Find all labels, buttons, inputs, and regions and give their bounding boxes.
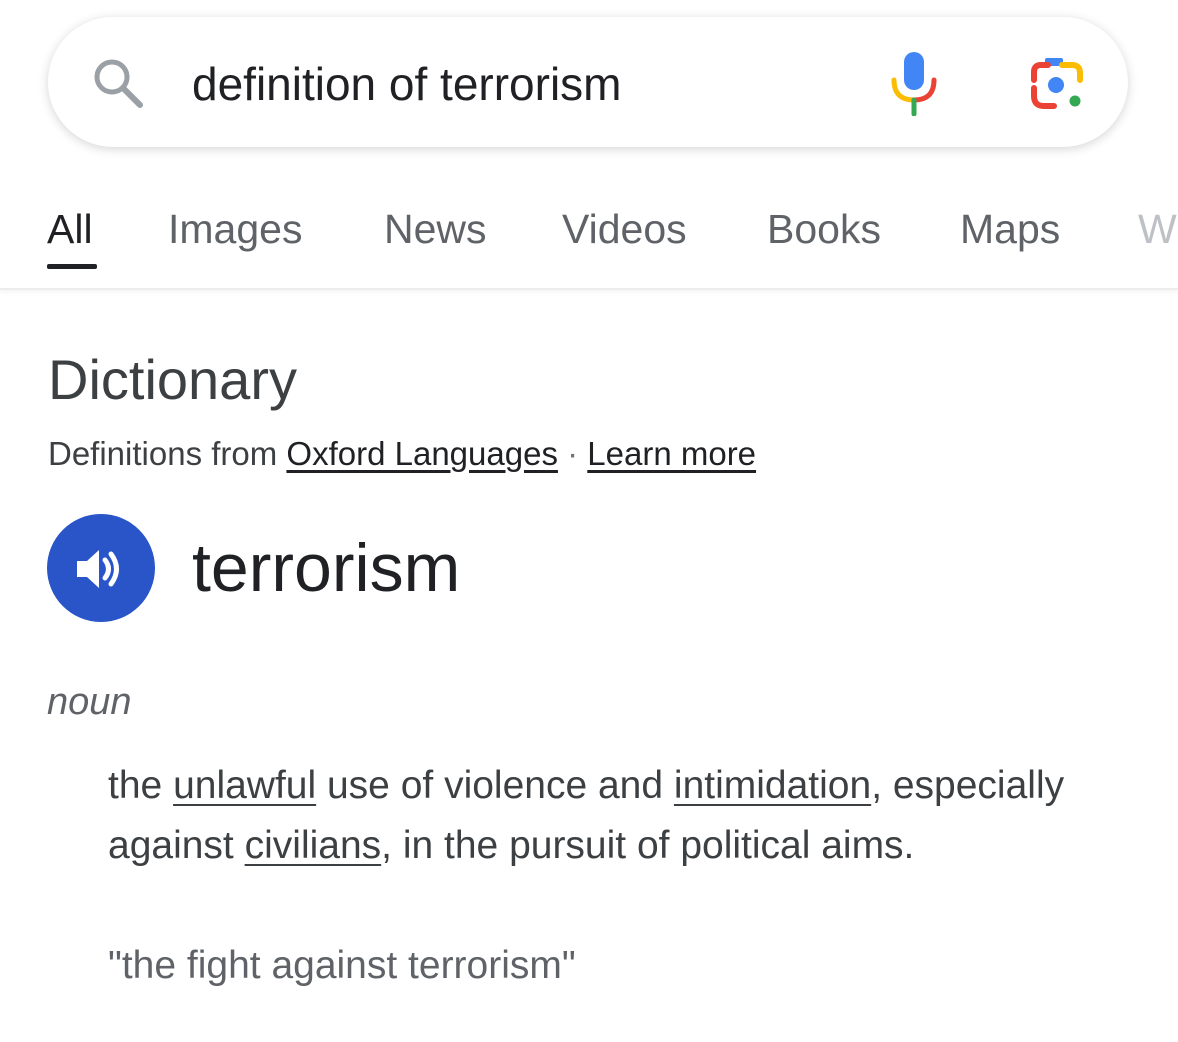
dictionary-heading: Dictionary	[48, 348, 297, 411]
oxford-languages-link[interactable]: Oxford Languages	[286, 435, 558, 472]
search-input[interactable]: definition of terrorism	[192, 56, 622, 112]
active-tab-indicator	[47, 264, 97, 269]
tab-news[interactable]: News	[384, 204, 487, 254]
google-lens-icon[interactable]	[1026, 54, 1088, 112]
learn-more-link[interactable]: Learn more	[587, 435, 756, 472]
usage-example: "the fight against terrorism"	[108, 944, 576, 987]
microphone-icon[interactable]	[888, 50, 940, 116]
tab-web-partial[interactable]: W	[1138, 204, 1177, 254]
part-of-speech: noun	[47, 681, 132, 723]
search-tabs: All Images News Videos Books Maps W	[0, 160, 1178, 290]
tab-images[interactable]: Images	[168, 204, 302, 254]
definition-part: the	[108, 764, 174, 807]
tab-videos[interactable]: Videos	[562, 204, 687, 254]
tab-all[interactable]: All	[47, 204, 93, 254]
search-icon[interactable]	[88, 55, 148, 115]
definition-link-civilians[interactable]: civilians	[245, 824, 382, 867]
definition-link-intimidation[interactable]: intimidation	[674, 764, 871, 807]
pronounce-button[interactable]	[47, 514, 155, 622]
search-results-page: definition of terrorism All Images News …	[0, 0, 1178, 1042]
definition-link-unlawful[interactable]: unlawful	[173, 764, 316, 807]
headword: terrorism	[192, 530, 461, 606]
tab-books[interactable]: Books	[767, 204, 881, 254]
definition-part: , in the pursuit of political aims.	[381, 824, 915, 867]
tab-maps[interactable]: Maps	[960, 204, 1060, 254]
source-prefix: Definitions from	[48, 435, 287, 472]
definition-text: the unlawful use of violence and intimid…	[108, 756, 1118, 876]
speaker-icon	[77, 550, 119, 588]
dictionary-source: Definitions from Oxford Languages · Lear…	[48, 432, 756, 476]
source-separator: ·	[557, 435, 588, 472]
definition-part: use of violence and	[316, 764, 674, 807]
